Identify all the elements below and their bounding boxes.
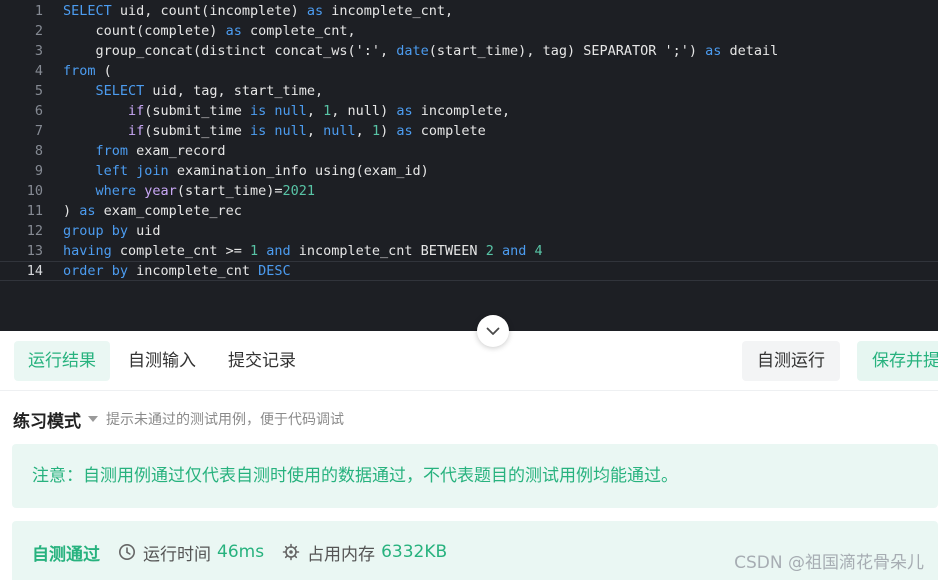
notice-text: 注意：自测用例通过仅代表自测时使用的数据通过，不代表题目的测试用例均能通过。 (32, 466, 678, 486)
mode-selector[interactable]: 练习模式 (13, 407, 81, 432)
code-text: ) as exam_complete_rec (63, 203, 242, 219)
code-line[interactable]: 9 left join examination_info using(exam_… (0, 161, 938, 181)
line-number: 6 (34, 103, 43, 119)
line-number: 12 (26, 223, 43, 239)
result-status: 自测通过 (32, 544, 100, 565)
line-number: 11 (26, 203, 43, 219)
watermark: CSDN @祖国滴花骨朵儿 (734, 553, 924, 573)
line-number: 7 (34, 123, 43, 139)
code-text: having complete_cnt >= 1 and incomplete_… (63, 243, 543, 259)
code-line[interactable]: 1 SELECT uid, count(incomplete) as incomp… (0, 1, 938, 21)
code-text: group_concat(distinct concat_ws(':', dat… (63, 43, 779, 59)
code-text: if(submit_time is null, 1, null) as inco… (128, 103, 511, 119)
chip-icon (282, 543, 300, 561)
line-number: 3 (34, 43, 43, 59)
code-text: SELECT uid, tag, start_time, (95, 83, 324, 99)
code-line[interactable]: 8 from exam_record (0, 141, 938, 161)
notice-banner: 注意：自测用例通过仅代表自测时使用的数据通过，不代表题目的测试用例均能通过。 (12, 444, 938, 508)
code-text: order by incomplete_cnt DESC (63, 263, 291, 279)
code-text: count(complete) as complete_cnt, (63, 23, 356, 39)
code-line[interactable]: 2 count(complete) as complete_cnt, (0, 21, 938, 41)
code-text: group by uid (63, 223, 161, 239)
code-line[interactable]: 12 group by uid (0, 221, 938, 241)
code-text: SELECT uid, count(incomplete) as incompl… (63, 3, 454, 19)
line-number: 1 (34, 3, 43, 19)
code-line[interactable]: 4 from ( (0, 61, 938, 81)
line-number: 5 (34, 83, 43, 99)
line-number: 9 (34, 163, 43, 179)
code-line[interactable]: 5 SELECT uid, tag, start_time, (0, 81, 938, 101)
mode-row: 练习模式 提示未通过的测试用例，便于代码调试 (13, 406, 344, 432)
chevron-down-icon (486, 327, 500, 335)
line-number: 14 (26, 263, 43, 279)
collapse-toggle-button[interactable] (477, 315, 509, 347)
line-number: 10 (26, 183, 43, 199)
caret-down-icon[interactable] (88, 416, 98, 422)
result-tabbar: 运行结果 自测输入 提交记录 自测运行 保存并提交 (0, 331, 938, 391)
code-line[interactable]: 7 if(submit_time is null, null, 1) as co… (0, 121, 938, 141)
tab-submit-record[interactable]: 提交记录 (214, 341, 310, 381)
code-text: left join examination_info using(exam_id… (95, 163, 429, 179)
code-line[interactable]: 13 having complete_cnt >= 1 and incomplet… (0, 241, 938, 261)
mode-hint: 提示未通过的测试用例，便于代码调试 (106, 412, 344, 428)
line-number: 4 (34, 63, 43, 79)
tab-run-result[interactable]: 运行结果 (14, 341, 110, 381)
run-time-value: 46ms (217, 542, 265, 562)
run-time-label: 运行时间 (143, 544, 211, 565)
tab-self-input[interactable]: 自测输入 (114, 341, 210, 381)
code-text: from exam_record (95, 143, 226, 159)
clock-icon (119, 544, 135, 560)
code-line[interactable]: 10 where year(start_time)=2021 (0, 181, 938, 201)
line-number: 13 (26, 243, 43, 259)
memory-label: 占用内存 (307, 544, 376, 565)
memory-usage: 占用内存 6332KB (282, 540, 447, 565)
code-line[interactable]: 6 if(submit_time is null, 1, null) as in… (0, 101, 938, 121)
run-time: 运行时间 46ms (118, 540, 264, 565)
code-text: where year(start_time)=2021 (95, 183, 315, 199)
code-editor[interactable]: 1 SELECT uid, count(incomplete) as incomp… (0, 0, 938, 331)
code-line[interactable]: 3 group_concat(distinct concat_ws(':', d… (0, 41, 938, 61)
code-line[interactable]: 11 ) as exam_complete_rec (0, 201, 938, 221)
line-number: 8 (34, 143, 43, 159)
save-submit-button[interactable]: 保存并提交 (857, 341, 938, 381)
code-text: if(submit_time is null, null, 1) as comp… (128, 123, 486, 139)
code-line[interactable]: 14 order by incomplete_cnt DESC (0, 261, 938, 281)
self-run-button[interactable]: 自测运行 (742, 341, 840, 381)
code-text: from ( (63, 63, 112, 79)
line-number: 2 (34, 23, 43, 39)
memory-value: 6332KB (381, 542, 448, 562)
